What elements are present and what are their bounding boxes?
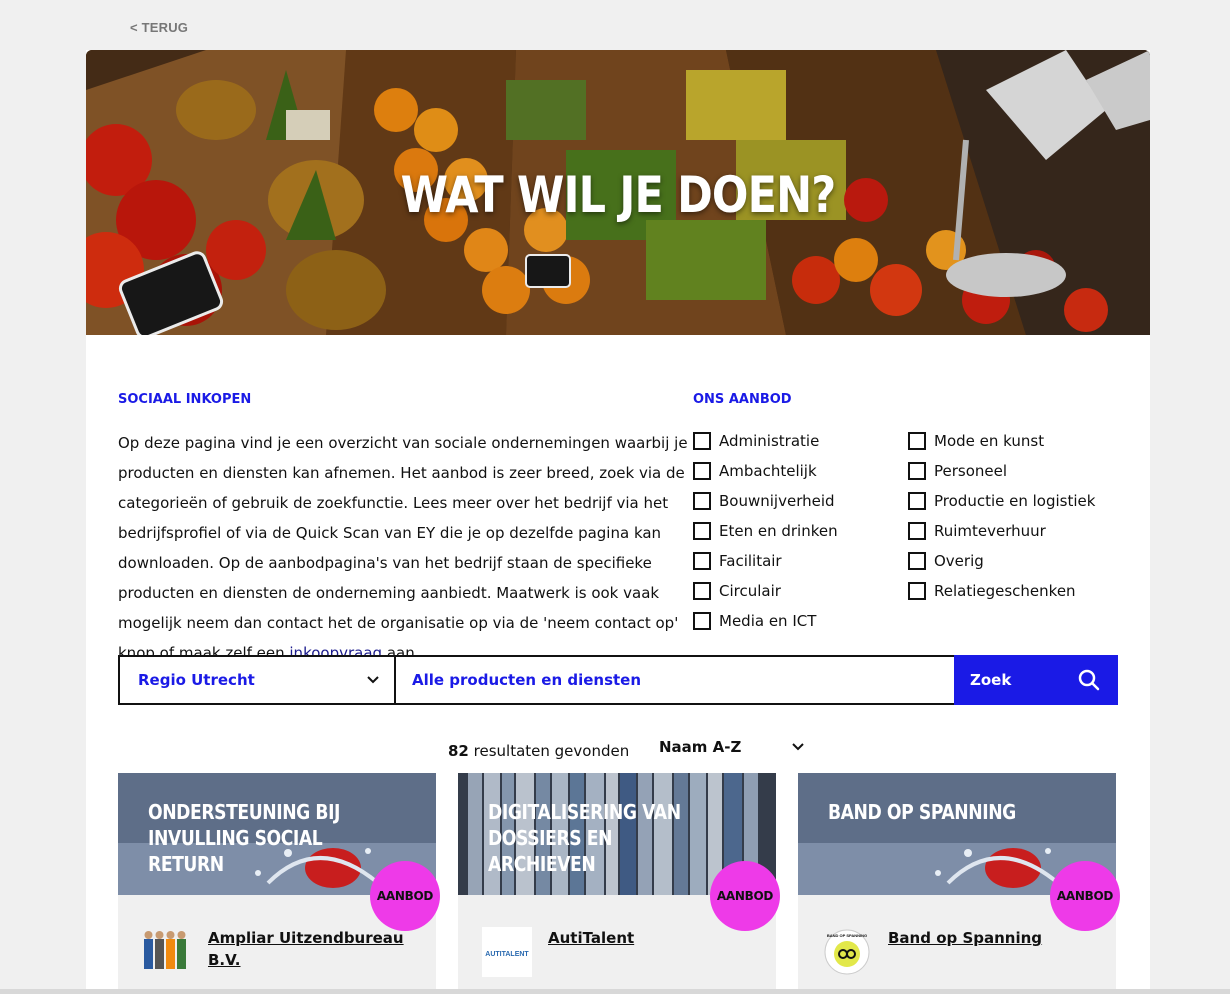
workers-logo-icon [144,931,186,969]
category-checkbox[interactable]: Personeel [908,456,1095,486]
company-name-link[interactable]: Ampliar Uitzendbureau B.V. [208,927,408,971]
results-count: 82 resultaten gevonden [448,742,629,760]
company-name-link[interactable]: AutiTalent [548,927,748,949]
category-label: Productie en logistiek [934,492,1096,510]
category-checkbox[interactable]: Administratie [693,426,838,456]
category-checkbox[interactable]: Circulair [693,576,838,606]
checkbox[interactable] [693,552,711,570]
category-checkbox[interactable]: Media en ICT [693,606,838,636]
search-icon [1078,669,1100,691]
offer-badge: AANBOD [1050,861,1120,931]
offer-card[interactable]: BAND OP SPANNING AANBOD BAND OP SPANNING… [798,773,1120,994]
chevron-down-icon [367,676,379,684]
results-number: 82 [448,742,469,760]
category-label: Eten en drinken [719,522,838,540]
category-checkbox[interactable]: Mode en kunst [908,426,1095,456]
category-label: Facilitair [719,552,782,570]
category-checkbox[interactable]: Ruimteverhuur [908,516,1095,546]
company-info: Ampliar Uitzendbureau B.V. [142,927,408,977]
autitalent-logo: AUTITALENT [482,927,532,977]
intro-heading: SOCIAAL INKOPEN [118,392,252,407]
results-label: resultaten gevonden [468,742,630,760]
region-select[interactable]: Regio Utrecht [120,657,396,703]
company-info: BAND OP SPANNING Band op Spanning [822,927,1088,977]
checkbox[interactable] [908,462,926,480]
sort-select[interactable]: Naam A-Z [659,738,805,756]
company-logo [142,927,192,977]
category-label: Bouwnijverheid [719,492,835,510]
band-logo-text: BAND OP SPANNING [827,933,867,938]
checkbox[interactable] [693,492,711,510]
company-logo: BAND OP SPANNING [822,927,872,977]
category-label: Overig [934,552,984,570]
category-label: Personeel [934,462,1008,480]
checkbox[interactable] [908,492,926,510]
category-checkbox[interactable]: Bouwnijverheid [693,486,838,516]
checkbox[interactable] [908,582,926,600]
back-link[interactable]: < TERUG [130,20,188,35]
category-label: Ambachtelijk [719,462,817,480]
offer-heading: ONS AANBOD [693,392,792,407]
card-title: DIGITALISERING VAN DOSSIERS EN ARCHIEVEN [488,800,681,876]
category-label: Mode en kunst [934,432,1045,450]
offer-card[interactable]: DIGITALISERING VAN DOSSIERS EN ARCHIEVEN… [458,773,780,994]
offer-column-1: Administratie Ambachtelijk Bouwnijverhei… [693,426,838,636]
search-bar: Regio Utrecht Alle producten en diensten… [118,655,1118,705]
sort-value: Naam A-Z [659,738,742,756]
checkbox[interactable] [908,552,926,570]
search-button-label: Zoek [970,671,1012,689]
category-label: Circulair [719,582,781,600]
bottom-divider [0,989,1230,994]
autitalent-logo-text: AUTITALENT [485,951,529,958]
offer-badge: AANBOD [370,861,440,931]
category-checkbox[interactable]: Overig [908,546,1095,576]
category-label: Relatiegeschenken [934,582,1076,600]
intro-text: Op deze pagina vind je een overzicht van… [118,428,688,668]
category-label: Ruimteverhuur [934,522,1046,540]
company-info: AUTITALENT AutiTalent [482,927,748,977]
offer-card[interactable]: ONDERSTEUNING BIJ INVULLING SOCIAL RETUR… [118,773,440,994]
band-logo: BAND OP SPANNING [824,929,870,975]
category-label: Media en ICT [719,612,817,630]
region-value: Regio Utrecht [138,671,255,689]
offer-badge: AANBOD [710,861,780,931]
category-checkbox[interactable]: Relatiegeschenken [908,576,1095,606]
company-name-link[interactable]: Band op Spanning [888,927,1088,949]
checkbox[interactable] [693,462,711,480]
card-title: BAND OP SPANNING [828,800,1016,824]
card-title: ONDERSTEUNING BIJ INVULLING SOCIAL RETUR… [148,800,341,876]
products-value: Alle producten en diensten [412,671,642,689]
search-button[interactable]: Zoek [954,655,1118,705]
company-logo: AUTITALENT [482,927,532,977]
chevron-down-icon [792,743,804,751]
category-checkbox[interactable]: Productie en logistiek [908,486,1095,516]
checkbox[interactable] [693,612,711,630]
offer-column-2: Mode en kunst Personeel Productie en log… [908,426,1095,606]
checkbox[interactable] [693,432,711,450]
content-area: SOCIAAL INKOPEN Op deze pagina vind je e… [86,50,1150,994]
checkbox[interactable] [908,522,926,540]
checkbox[interactable] [693,522,711,540]
category-checkbox[interactable]: Ambachtelijk [693,456,838,486]
category-checkbox[interactable]: Eten en drinken [693,516,838,546]
category-checkbox[interactable]: Facilitair [693,546,838,576]
products-select[interactable]: Alle producten en diensten [396,657,954,703]
checkbox[interactable] [693,582,711,600]
checkbox[interactable] [908,432,926,450]
category-label: Administratie [719,432,820,450]
intro-text-main: Op deze pagina vind je een overzicht van… [118,434,688,662]
